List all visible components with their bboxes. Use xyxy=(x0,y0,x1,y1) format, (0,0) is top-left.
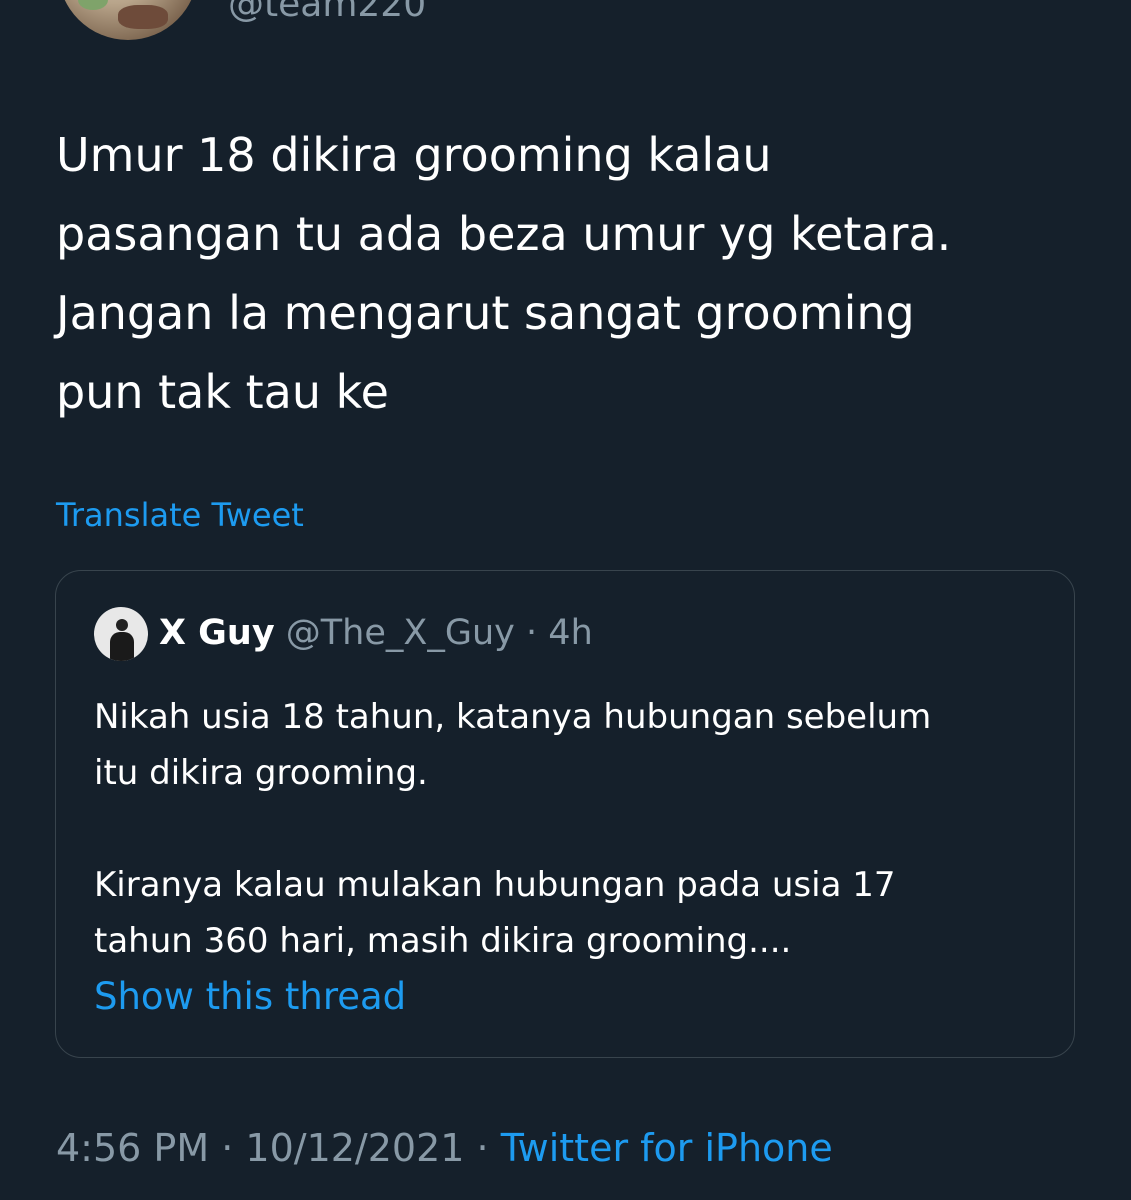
quoted-author-handle[interactable]: @The_X_Guy xyxy=(286,613,515,653)
quoted-author-avatar[interactable] xyxy=(94,607,148,661)
dot-separator: · xyxy=(221,1126,234,1170)
avatar-figure xyxy=(110,632,134,661)
tweet-text-line: Jangan la mengarut sangat grooming xyxy=(56,286,915,340)
tweet-text: Umur 18 dikira grooming kalau pasangan t… xyxy=(56,116,1096,432)
show-thread-link[interactable]: Show this thread xyxy=(94,975,406,1018)
tweet-date[interactable]: 10/12/2021 xyxy=(245,1126,464,1170)
quoted-text-line: itu dikira grooming. xyxy=(94,753,428,793)
translate-tweet-link[interactable]: Translate Tweet xyxy=(56,496,304,534)
paragraph-break xyxy=(94,801,1054,857)
tweet-footer: 4:56 PM · 10/12/2021 · Twitter for iPhon… xyxy=(56,1126,833,1170)
quoted-text-line: Nikah usia 18 tahun, katanya hubungan se… xyxy=(94,697,932,737)
dot-separator: · xyxy=(526,613,538,653)
tweet-time[interactable]: 4:56 PM xyxy=(56,1126,209,1170)
quoted-text-line: tahun 360 hari, masih dikira grooming...… xyxy=(94,921,792,961)
quoted-tweet-time[interactable]: 4h xyxy=(548,613,592,653)
avatar-image-detail xyxy=(118,5,168,29)
tweet-source-link[interactable]: Twitter for iPhone xyxy=(501,1126,833,1170)
author-avatar[interactable] xyxy=(58,0,198,40)
tweet-text-line: Umur 18 dikira grooming kalau xyxy=(56,128,772,182)
avatar-figure xyxy=(116,619,128,631)
quoted-author-name[interactable]: X Guy xyxy=(159,613,275,653)
quoted-tweet-header: X Guy @The_X_Guy · 4h xyxy=(159,613,593,653)
quoted-tweet-card[interactable]: X Guy @The_X_Guy · 4h Nikah usia 18 tahu… xyxy=(55,570,1075,1058)
author-handle[interactable]: @team220 xyxy=(228,0,426,25)
avatar-image-detail xyxy=(78,0,108,10)
tweet-text-line: pun tak tau ke xyxy=(56,365,389,419)
tweet-text-line: pasangan tu ada beza umur yg ketara. xyxy=(56,207,952,261)
quoted-text-line: Kiranya kalau mulakan hubungan pada usia… xyxy=(94,865,896,905)
quoted-tweet-text: Nikah usia 18 tahun, katanya hubungan se… xyxy=(94,689,1054,969)
dot-separator: · xyxy=(476,1126,489,1170)
